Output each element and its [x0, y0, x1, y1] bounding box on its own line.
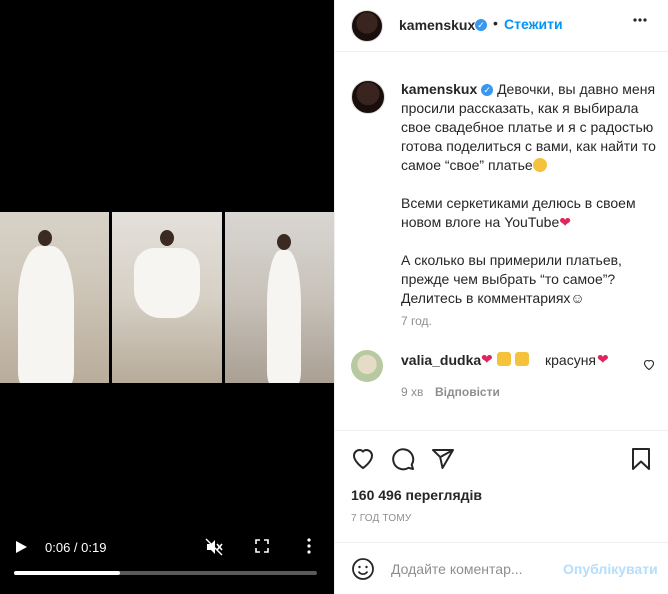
header-username[interactable]: kamenskux	[399, 17, 475, 33]
heart-emoji-icon: ❤	[559, 214, 571, 230]
video-frame-3	[224, 212, 334, 383]
comment-like-icon[interactable]	[643, 359, 655, 370]
more-horizontal-icon[interactable]	[633, 18, 647, 22]
comment-emojis: ❤	[481, 351, 529, 368]
reply-button[interactable]: Відповісти	[435, 385, 500, 399]
caption-username[interactable]: kamenskux	[401, 81, 477, 97]
publish-button[interactable]: Опублікувати	[563, 561, 658, 577]
caption-paragraph-3: А сколько вы примерили платьев, прежде ч…	[401, 252, 622, 306]
comment-icon[interactable]	[391, 447, 415, 471]
header-separator: •	[493, 15, 498, 31]
comment-username[interactable]: valia_dudka	[401, 352, 481, 368]
comment-input[interactable]: Додайте коментар...	[391, 561, 523, 577]
share-icon[interactable]	[431, 447, 455, 471]
post-header: kamenskux ✓ • Стежити	[335, 0, 668, 52]
video-frame-2	[112, 212, 222, 383]
video-progress-bar[interactable]	[14, 571, 317, 575]
video-time: 0:06 / 0:19	[45, 540, 107, 555]
comment-avatar[interactable]	[351, 350, 383, 382]
view-count[interactable]: 160 496 переглядів	[351, 487, 482, 503]
video-controls: 0:06 / 0:19	[0, 528, 334, 594]
video-progress-fill	[14, 571, 121, 575]
comment-heart-emoji-icon: ❤	[597, 351, 609, 367]
verified-icon: ✓	[481, 84, 494, 97]
verified-icon: ✓	[475, 19, 487, 31]
bookmark-icon[interactable]	[631, 447, 651, 471]
comment-time[interactable]: 9 хв	[401, 385, 423, 399]
clapping-emoji-icon	[514, 352, 529, 366]
post-date[interactable]: 7 ГОД ТОМУ	[351, 513, 411, 524]
video-frame-1	[0, 212, 110, 383]
comment-text: красуня	[545, 352, 597, 368]
play-icon[interactable]	[14, 540, 28, 554]
video-frame-strip	[0, 212, 334, 383]
follow-button[interactable]: Стежити	[504, 16, 563, 32]
video-player[interactable]: 0:06 / 0:19	[0, 0, 334, 594]
more-vertical-icon[interactable]	[306, 538, 312, 554]
caption-paragraph-2: Всеми серкетиками делюсь в своем новом в…	[401, 195, 636, 230]
post-caption: kamenskux ✓ Девочки, вы давно меня проси…	[401, 80, 657, 327]
post-side-panel: kamenskux ✓ • Стежити kamenskux ✓ Девочк…	[334, 0, 668, 594]
fullscreen-icon[interactable]	[255, 539, 269, 553]
heart-emoji-icon: ❤	[481, 351, 493, 367]
wink-kiss-emoji-icon	[532, 158, 547, 172]
heart-icon[interactable]	[351, 447, 375, 471]
caption-time[interactable]: 7 год.	[401, 314, 432, 328]
caption-avatar[interactable]	[351, 80, 385, 114]
comment-input-bar: Додайте коментар... Опублікувати	[335, 542, 668, 594]
raised-hands-emoji-icon	[496, 352, 511, 366]
avatar[interactable]	[351, 10, 383, 42]
emoji-icon[interactable]	[351, 557, 375, 581]
mute-icon[interactable]	[205, 538, 223, 556]
